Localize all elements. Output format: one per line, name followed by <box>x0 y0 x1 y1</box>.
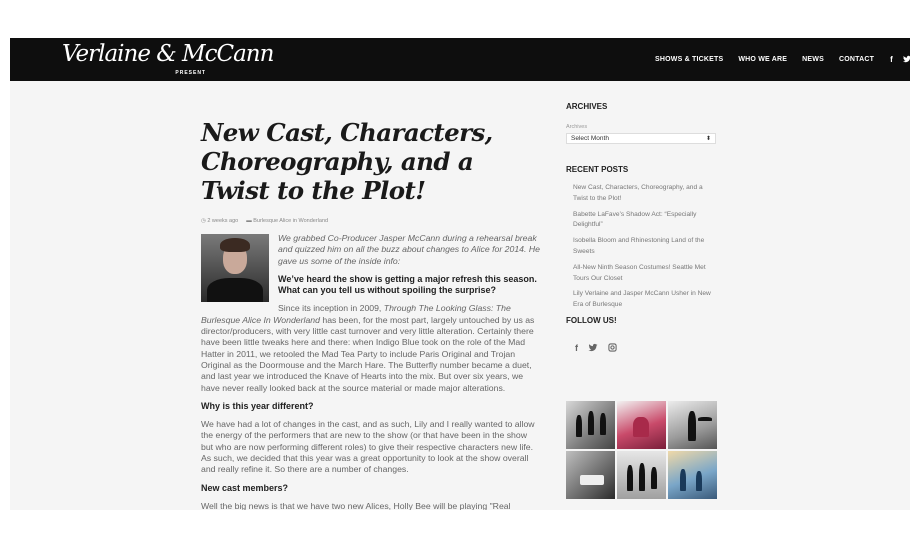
article-title: New Cast, Characters, Choreography, and … <box>201 118 493 205</box>
logo-text: Verlaine & McCann <box>62 41 274 67</box>
feed-photo[interactable] <box>566 401 615 449</box>
page-frame: Verlaine & McCann PRESENT SHOWS & TICKET… <box>10 38 910 510</box>
post-category[interactable]: ▬ Burlesque Alice in Wonderland <box>246 218 328 224</box>
facebook-icon[interactable]: f <box>575 343 578 354</box>
recent-posts-title: RECENT POSTS <box>566 165 629 174</box>
recent-post-link[interactable]: All-New Ninth Season Costumes! Seattle M… <box>573 263 716 285</box>
site-logo[interactable]: Verlaine & McCann PRESENT <box>62 40 274 80</box>
facebook-icon[interactable]: f <box>890 55 893 64</box>
feed-photo[interactable] <box>566 451 615 499</box>
follow-us: FOLLOW US! f <box>566 316 716 354</box>
post-date: ◷ 2 weeks ago <box>201 218 238 224</box>
twitter-icon[interactable] <box>902 55 910 65</box>
recent-post-link[interactable]: New Cast, Characters, Choreography, and … <box>573 183 716 205</box>
recent-post-link[interactable]: Babette LaFave’s Shadow Act: “Especially… <box>573 210 716 232</box>
clock-icon: ◷ <box>201 218 206 224</box>
nav-who-we-are[interactable]: WHO WE ARE <box>738 56 787 63</box>
question-2: Why is this year different? <box>201 400 314 411</box>
feed-photo[interactable] <box>617 401 666 449</box>
archives-title: ARCHIVES <box>566 102 608 111</box>
answer-1: Since its inception in 2009, Through The… <box>201 303 535 393</box>
feed-photo[interactable] <box>668 401 717 449</box>
archives-select-value: Select Month <box>571 135 609 142</box>
archives-select[interactable]: Select Month ⬍ <box>566 133 716 144</box>
answer-3: Well the big news is that we have two ne… <box>201 500 511 510</box>
main-nav: SHOWS & TICKETS WHO WE ARE NEWS CONTACT … <box>655 38 910 81</box>
recent-posts: RECENT POSTS New Cast, Characters, Chore… <box>566 165 716 311</box>
archives-label: Archives <box>566 124 588 130</box>
follow-icons: f <box>566 343 716 354</box>
author-photo <box>201 234 269 302</box>
nav-news[interactable]: NEWS <box>802 56 824 63</box>
feed-photo[interactable] <box>617 451 666 499</box>
instagram-icon[interactable] <box>608 343 617 354</box>
instagram-feed <box>566 401 717 499</box>
logo-subtext: PRESENT <box>175 70 206 76</box>
answer-2: We have had a lot of changes in the cast… <box>201 419 535 475</box>
article: New Cast, Characters, Choreography, and … <box>201 118 541 510</box>
feed-photo[interactable] <box>668 451 717 499</box>
question-3: New cast members? <box>201 482 289 493</box>
article-meta: ◷ 2 weeks ago ▬ Burlesque Alice in Wonde… <box>201 218 541 224</box>
time-ago: 2 weeks ago <box>207 218 239 224</box>
category-link[interactable]: Burlesque Alice in Wonderland <box>253 218 328 224</box>
follow-title: FOLLOW US! <box>566 315 617 325</box>
nav-shows-tickets[interactable]: SHOWS & TICKETS <box>655 56 723 63</box>
article-body: We grabbed Co-Producer Jasper McCann dur… <box>201 233 541 510</box>
site-header: Verlaine & McCann PRESENT SHOWS & TICKET… <box>10 38 910 81</box>
recent-post-link[interactable]: Lily Verlaine and Jasper McCann Usher in… <box>573 289 716 311</box>
folder-icon: ▬ <box>246 218 252 224</box>
recent-post-link[interactable]: Isobella Bloom and Rhinestoning Land of … <box>573 236 716 258</box>
nav-contact[interactable]: CONTACT <box>839 56 874 63</box>
sidebar: ARCHIVES Archives Select Month ⬍ RECENT … <box>566 102 716 354</box>
twitter-icon[interactable] <box>588 343 598 354</box>
select-arrows-icon: ⬍ <box>705 136 711 142</box>
